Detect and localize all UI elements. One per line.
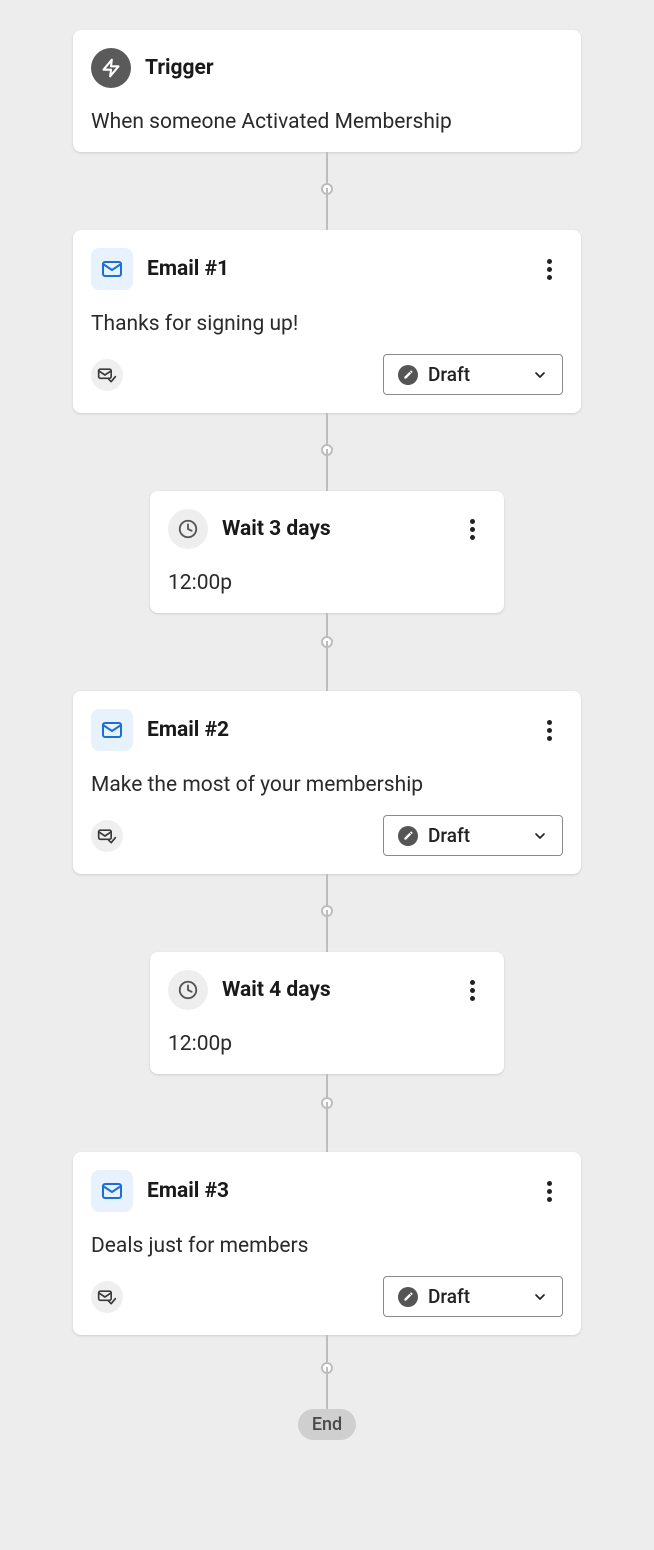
connector	[326, 874, 328, 910]
chevron-down-icon	[532, 367, 548, 383]
mail-icon	[91, 1170, 133, 1212]
more-menu-button[interactable]	[535, 1177, 563, 1205]
email-title: Email #1	[147, 257, 521, 281]
pencil-icon	[398, 1287, 418, 1307]
wait-title: Wait 3 days	[222, 517, 444, 541]
more-menu-button[interactable]	[535, 255, 563, 283]
connector	[326, 1102, 328, 1152]
mail-icon	[91, 709, 133, 751]
wait-step-card[interactable]: Wait 3 days 12:00p	[150, 491, 504, 613]
status-dropdown[interactable]: Draft	[383, 354, 563, 395]
mail-check-icon	[91, 359, 123, 391]
connector	[326, 613, 328, 641]
mail-icon	[91, 248, 133, 290]
wait-step-card[interactable]: Wait 4 days 12:00p	[150, 952, 504, 1074]
connector	[326, 449, 328, 491]
connector	[326, 910, 328, 952]
status-label: Draft	[428, 1285, 522, 1308]
lightning-icon	[91, 48, 131, 88]
pencil-icon	[398, 365, 418, 385]
connector	[326, 1074, 328, 1102]
connector	[326, 188, 328, 230]
wait-time: 12:00p	[168, 1032, 486, 1056]
status-label: Draft	[428, 363, 522, 386]
more-menu-button[interactable]	[535, 716, 563, 744]
more-menu-button[interactable]	[458, 976, 486, 1004]
clock-icon	[168, 509, 208, 549]
connector	[326, 152, 328, 188]
email-subject: Thanks for signing up!	[91, 312, 563, 336]
email-step-card[interactable]: Email #3 Deals just for members Draft	[73, 1152, 581, 1335]
trigger-title: Trigger	[145, 56, 563, 80]
email-title: Email #3	[147, 1179, 521, 1203]
mail-check-icon	[91, 820, 123, 852]
email-title: Email #2	[147, 718, 521, 742]
more-menu-button[interactable]	[458, 515, 486, 543]
connector	[326, 1335, 328, 1367]
status-dropdown[interactable]: Draft	[383, 1276, 563, 1317]
wait-title: Wait 4 days	[222, 978, 444, 1002]
chevron-down-icon	[532, 828, 548, 844]
mail-check-icon	[91, 1281, 123, 1313]
email-step-card[interactable]: Email #1 Thanks for signing up! Draft	[73, 230, 581, 413]
connector	[326, 413, 328, 449]
email-subject: Deals just for members	[91, 1234, 563, 1258]
wait-time: 12:00p	[168, 571, 486, 595]
trigger-description: When someone Activated Membership	[91, 110, 563, 134]
connector	[326, 641, 328, 691]
status-label: Draft	[428, 824, 522, 847]
clock-icon	[168, 970, 208, 1010]
email-step-card[interactable]: Email #2 Make the most of your membershi…	[73, 691, 581, 874]
trigger-card[interactable]: Trigger When someone Activated Membershi…	[73, 30, 581, 152]
pencil-icon	[398, 826, 418, 846]
chevron-down-icon	[532, 1289, 548, 1305]
end-label: End	[298, 1409, 356, 1440]
status-dropdown[interactable]: Draft	[383, 815, 563, 856]
email-subject: Make the most of your membership	[91, 773, 563, 797]
connector	[326, 1367, 328, 1409]
